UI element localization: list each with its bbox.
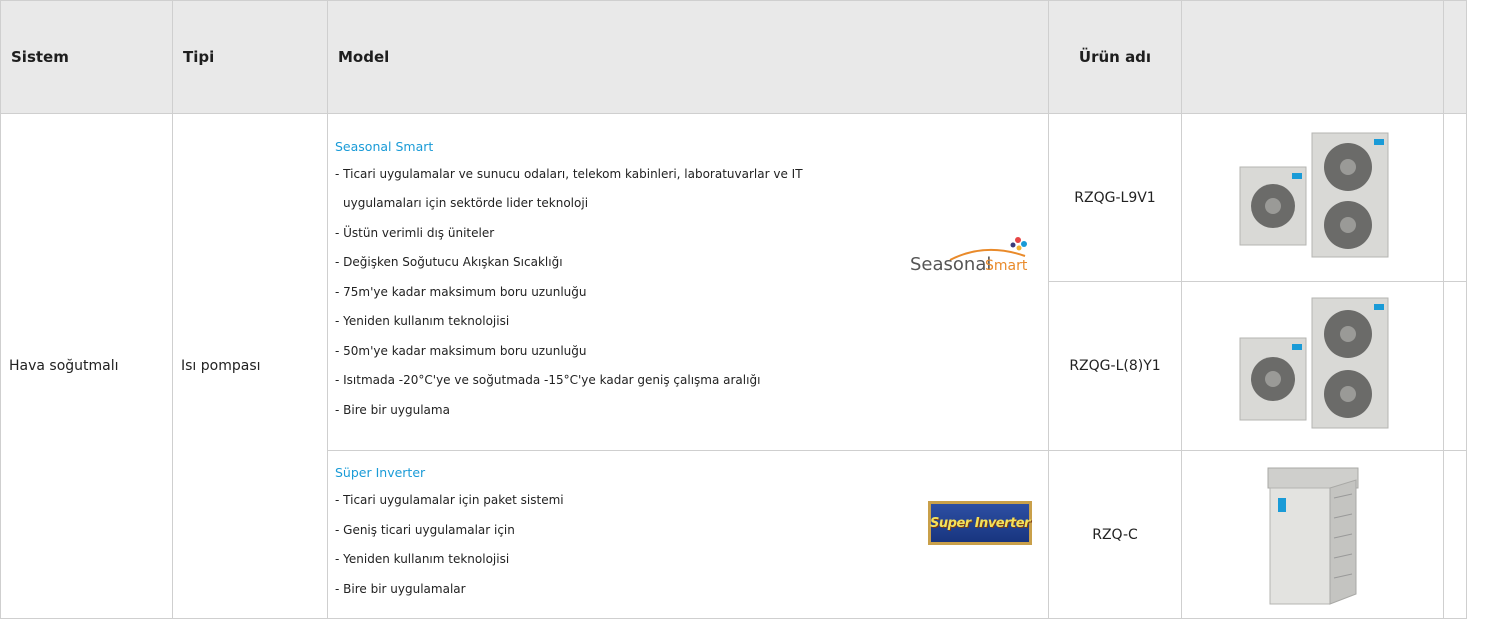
header-sistem: Sistem	[0, 0, 173, 114]
outdoor-unit-image	[1267, 467, 1358, 605]
product-table: Sistem Tipi Model Ürün adı Hava soğutmal…	[0, 0, 1467, 619]
feature-item: - Yeniden kullanım teknolojisi	[335, 552, 510, 566]
header-urun-adi: Ürün adı	[1048, 0, 1182, 114]
super-inverter-logo: Super Inverter	[928, 501, 1032, 545]
header-row: Sistem Tipi Model Ürün adı	[0, 0, 1467, 114]
extra-cell	[1443, 113, 1467, 282]
product-image-cell	[1181, 281, 1444, 451]
outdoor-unit-image	[1239, 132, 1388, 257]
header-extra	[1443, 0, 1467, 114]
feature-item: - 50m'ye kadar maksimum boru uzunluğu	[335, 343, 587, 358]
product-name-cell: RZQG-L9V1	[1048, 113, 1182, 282]
header-tipi: Tipi	[172, 0, 328, 114]
product-image-cell	[1181, 450, 1444, 619]
feature-item: - Isıtmada -20°C'ye ve soğutmada -15°C'y…	[335, 373, 761, 388]
product-name-cell: RZQ-C	[1048, 450, 1182, 619]
extra-cell	[1443, 281, 1467, 451]
model-super-inverter: Süper Inverter - Ticari uygulamalar için…	[327, 450, 1049, 619]
model-title: Seasonal Smart	[335, 138, 434, 154]
header-model: Model	[327, 0, 1049, 114]
logo-text-seasonal: Seasonal	[910, 254, 992, 275]
product-image-cell	[1181, 113, 1444, 282]
table-row: Hava soğutmalı Isı pompası Seasonal Smar…	[0, 113, 1467, 619]
sistem-cell: Hava soğutmalı	[0, 113, 173, 619]
model-seasonal-smart: Seasonal Smart - Ticari uygulamalar ve s…	[327, 113, 1049, 451]
header-image	[1181, 0, 1444, 114]
feature-item: uygulamaları için sektörde lider teknolo…	[343, 196, 589, 211]
product-name-cell: RZQG-L(8)Y1	[1048, 281, 1182, 451]
model-title: Süper Inverter	[335, 465, 426, 480]
logo-text-smart: Smart	[985, 258, 1028, 274]
outdoor-unit-image	[1239, 297, 1388, 429]
feature-item: - Ticari uygulamalar ve sunucu odaları, …	[335, 166, 803, 181]
tipi-cell: Isı pompası	[172, 113, 328, 619]
super-inverter-logo-text: Super Inverter	[930, 515, 1030, 531]
feature-item: - Yeniden kullanım teknolojisi	[335, 314, 510, 329]
seasonal-smart-logo: Seasonal Smart	[910, 234, 1040, 284]
feature-item: - Bire bir uygulamalar	[335, 581, 466, 596]
extra-cell	[1443, 450, 1467, 619]
feature-item: - Bire bir uygulama	[335, 402, 450, 417]
